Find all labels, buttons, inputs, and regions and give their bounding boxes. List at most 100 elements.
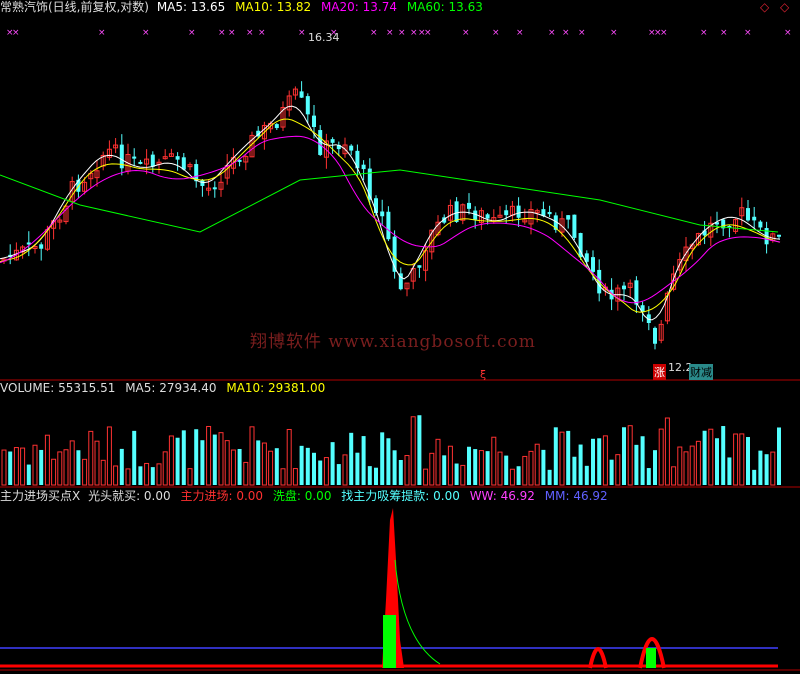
candle-down — [330, 139, 335, 143]
volume-bar-up — [602, 435, 608, 486]
volume-bar-down — [336, 464, 341, 485]
candle-down — [175, 156, 180, 160]
volume-bar-down — [727, 457, 732, 485]
indicator-plot — [0, 508, 778, 669]
volume-bar-up — [13, 447, 19, 486]
ma5-label: MA5: 13.65 — [156, 0, 226, 14]
volume-bar-up — [82, 458, 88, 486]
candle-down — [758, 221, 763, 228]
volume-bar-up — [522, 455, 528, 486]
indicator-green-block — [383, 615, 396, 668]
volume-bar-up — [739, 433, 745, 486]
volume-bar-down — [752, 469, 757, 485]
indicator-item1: 光头就买: 0.00 — [88, 489, 171, 503]
candle-down — [591, 257, 595, 272]
volume-bar-down — [380, 432, 385, 485]
indicator-header: 主力进场买点X 光头就买: 0.00 主力进场: 0.00 洗盘: 0.00 找… — [0, 489, 614, 503]
volume-bar-up — [664, 417, 670, 486]
volume-bar-up — [88, 430, 94, 486]
volume-bar-up — [57, 451, 63, 486]
volume-bar-up — [230, 449, 236, 486]
volume-bar-down — [721, 426, 726, 485]
candle-down — [516, 205, 521, 218]
high-price-label: 16.34 — [308, 31, 340, 44]
candle-down — [138, 161, 143, 164]
volume-bar-down — [181, 430, 186, 485]
signal-cross: × — [720, 28, 728, 38]
candle-down — [752, 216, 757, 221]
volume-bar-up — [447, 445, 453, 486]
volume-bar-up — [429, 452, 435, 486]
candle-down — [132, 156, 137, 159]
volume-bar-up — [404, 455, 410, 486]
volume-bar-up — [280, 468, 286, 486]
volume-bar-down — [516, 466, 521, 485]
candle-down — [181, 157, 186, 170]
volume-bar-up — [243, 461, 249, 486]
signal-cross: × — [370, 28, 378, 38]
volume-bar-up — [410, 416, 416, 486]
volume-bar-up — [534, 443, 540, 486]
volume-bar-down — [702, 430, 707, 485]
volume-bar-up — [435, 438, 441, 486]
candle-down — [777, 234, 781, 237]
event-marker-cyan[interactable]: 财减 — [689, 364, 713, 380]
volume-bar-down — [547, 469, 552, 485]
volume-bar-down — [256, 440, 261, 485]
nav-right-icon[interactable]: ◇ — [780, 0, 789, 14]
volume-bar-down — [119, 448, 124, 485]
nav-left-icon[interactable]: ◇ — [760, 0, 769, 14]
volume-bar-down — [150, 467, 155, 485]
event-marker-red[interactable]: 涨 — [653, 364, 666, 380]
volume-bar-down — [374, 467, 378, 485]
volume-bar-up — [1, 449, 7, 486]
candle-down — [212, 187, 217, 190]
volume-bar-up — [51, 458, 57, 486]
volume-bar-up — [218, 432, 224, 486]
signal-cross: × — [410, 28, 418, 38]
volume-bar-up — [528, 450, 534, 486]
signal-cross: × — [258, 28, 266, 38]
indicator-green-block — [646, 648, 656, 668]
volume-bar-up — [162, 451, 168, 486]
volume-bar-down — [349, 432, 354, 485]
indicator-item3: 洗盘: 0.00 — [272, 489, 332, 503]
volume-bar-down — [442, 455, 447, 485]
signal-cross: × — [610, 28, 618, 38]
signal-cross: × — [142, 28, 150, 38]
volume-bar-up — [249, 426, 255, 486]
volume-bar-up — [695, 440, 701, 486]
ma20-label: MA20: 13.74 — [320, 0, 397, 14]
candle-down — [380, 211, 385, 217]
volume-bar-down — [622, 427, 626, 485]
candle-down — [566, 215, 571, 220]
volume-bar-up — [32, 444, 38, 486]
volume-bar-down — [367, 466, 372, 485]
volume-bar-down — [777, 427, 781, 485]
volume-bar-down — [237, 448, 242, 485]
signal-cross: × — [298, 28, 306, 38]
volume-bar-down — [646, 468, 651, 485]
candle-down — [349, 145, 354, 151]
indicator-item5: WW: 46.92 — [469, 489, 535, 503]
volume-bar-down — [330, 442, 335, 485]
volume-bar-up — [113, 465, 119, 486]
ma60-label: MA60: 13.63 — [406, 0, 483, 14]
signal-cross: × — [386, 28, 394, 38]
volume-bar-down — [764, 454, 769, 485]
volume-bar-up — [63, 449, 69, 486]
volume-bar-up — [671, 466, 677, 486]
volume-bar-down — [591, 438, 595, 485]
stock-title: 常熟汽饰(日线,前复权,对数) — [0, 0, 149, 14]
signal-cross: × — [700, 28, 708, 38]
volume-bar-up — [509, 468, 515, 486]
volume-bar-up — [261, 442, 267, 486]
volume-bar-down — [640, 436, 645, 485]
signal-cross: × — [660, 28, 668, 38]
event-marker-left[interactable]: ξ — [480, 368, 486, 381]
volume-bar-up — [94, 440, 100, 486]
volume-bar-down — [572, 456, 577, 485]
signal-cross: × — [246, 28, 254, 38]
volume-bar-down — [200, 440, 205, 485]
volume-bar-up — [156, 463, 162, 486]
